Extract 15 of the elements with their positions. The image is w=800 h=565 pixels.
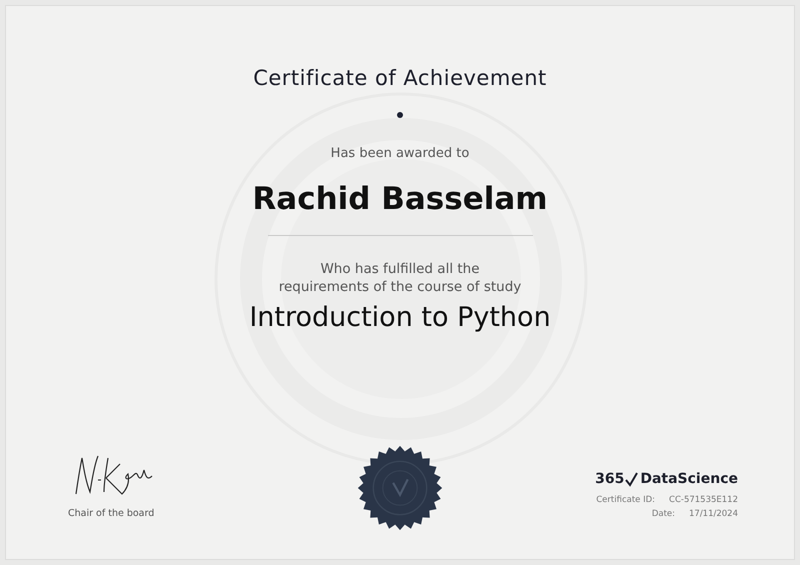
awarded-text: Has been awarded to <box>330 146 470 161</box>
recipient-name: Rachid Basselam <box>252 181 548 217</box>
signature-role: Chair of the board <box>68 508 154 519</box>
dot-icon <box>397 112 403 118</box>
description-text: requirements of the course of study <box>278 278 522 296</box>
course-title: Introduction to Python <box>249 302 551 333</box>
radical-icon <box>625 472 640 486</box>
description-text: Who has fulfilled all the <box>319 260 481 278</box>
logo-number: 365 <box>595 471 624 487</box>
detail-value: CC-571535E112 <box>669 495 738 505</box>
logo-name: DataScience <box>640 471 738 487</box>
detail-label: Certificate ID: <box>596 495 656 505</box>
certificate-title: Certificate of Achievement <box>253 66 547 90</box>
detail-value: 17/11/2024 <box>689 509 738 519</box>
detail-label: Date: <box>652 509 675 519</box>
